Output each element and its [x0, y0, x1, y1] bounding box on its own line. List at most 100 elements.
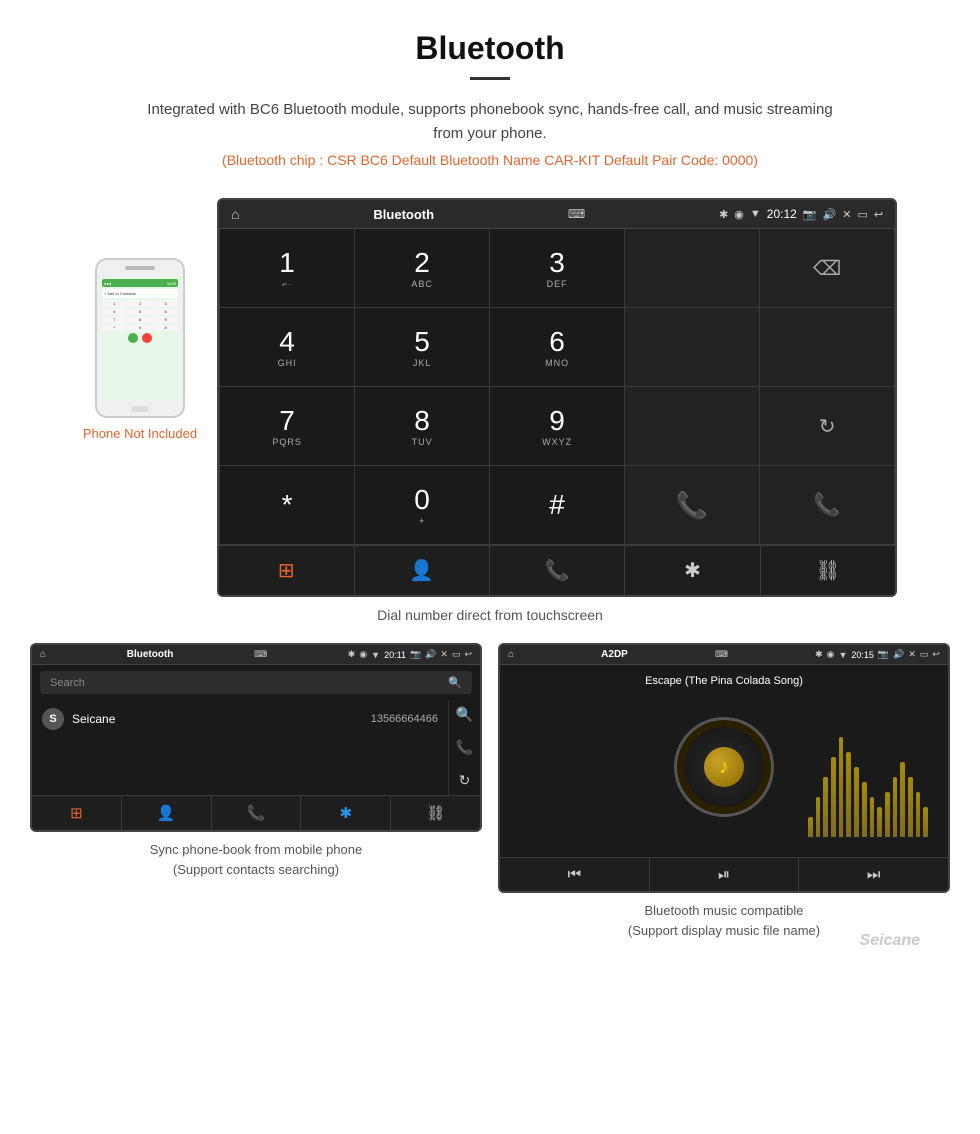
music-status-icons: ✱ ◉ ▼ 20:15 📷 🔊 ✕ ▭ ↩ [815, 649, 940, 660]
music-title: A2DP [601, 649, 628, 660]
sidebar-search-icon[interactable]: 🔍 [456, 706, 473, 723]
mus-bt-icon: ✱ [815, 649, 823, 660]
phonebook-caption: Sync phone-book from mobile phone (Suppo… [150, 840, 362, 879]
mus-cam-icon: 📷 [878, 649, 889, 660]
eq-bar [862, 782, 867, 837]
eq-bar [839, 737, 844, 837]
dial-key-5[interactable]: 5 JKL [355, 308, 490, 387]
pb-win-icon[interactable]: ▭ [452, 649, 461, 660]
page-title: Bluetooth [20, 30, 960, 67]
music-home-icon[interactable]: ⌂ [508, 649, 514, 660]
dial-key-3[interactable]: 3 DEF [490, 229, 625, 308]
dial-key-0[interactable]: 0 + [355, 466, 490, 545]
phonebook-contacts-list: S Seicane 13566664466 [32, 700, 448, 795]
music-header: ⌂ A2DP ⌨ ✱ ◉ ▼ 20:15 📷 🔊 ✕ ▭ ↩ [500, 645, 948, 665]
close-icon[interactable]: ✕ [842, 208, 851, 221]
dial-empty-1 [625, 308, 760, 387]
page-header: Bluetooth Integrated with BC6 Bluetooth … [0, 0, 980, 198]
sidebar-refresh-icon[interactable]: ↻ [459, 772, 471, 789]
pb-bt-icon: ✱ [348, 649, 356, 660]
car-clock: 20:12 [767, 207, 797, 221]
dial-key-4[interactable]: 4 GHI [220, 308, 355, 387]
phone-illustration: ●●● M:00 + Add to Contacts 123 456 789 *… [83, 258, 197, 441]
eq-bar [854, 767, 859, 837]
pb-phone-icon[interactable]: 📞 [212, 796, 302, 830]
dial-key-2[interactable]: 2 ABC [355, 229, 490, 308]
music-disc-inner: ♪ [704, 747, 744, 787]
window-icon[interactable]: ▭ [857, 208, 867, 221]
pb-user-icon[interactable]: 👤 [122, 796, 212, 830]
dial-key-6[interactable]: 6 MNO [490, 308, 625, 387]
next-track-button[interactable]: ⏭ [799, 858, 948, 891]
prev-track-button[interactable]: ⏮ [500, 858, 650, 891]
car-link-icon[interactable]: ⛓ [761, 546, 895, 595]
phonebook-content: S Seicane 13566664466 🔍 📞 ↻ [32, 700, 480, 795]
page-description: Integrated with BC6 Bluetooth module, su… [140, 98, 840, 146]
sidebar-call-icon[interactable]: 📞 [456, 739, 473, 756]
dial-key-1[interactable]: 1 ⌐∙ [220, 229, 355, 308]
eq-bar [831, 757, 836, 837]
pb-link-icon[interactable]: ⛓ [391, 796, 480, 830]
pb-back-icon[interactable]: ↩ [464, 649, 472, 660]
play-pause-button[interactable]: ⏯ [650, 858, 800, 891]
mus-back-icon[interactable]: ↩ [932, 649, 940, 660]
camera-icon: 📷 [803, 208, 817, 221]
car-grid-icon[interactable]: ⊞ [219, 546, 354, 595]
pb-bt-bottom-icon[interactable]: ✱ [301, 796, 391, 830]
volume-icon: 🔊 [823, 208, 837, 221]
bottom-panels: ⌂ Bluetooth ⌨ ✱ ◉ ▼ 20:11 📷 🔊 ✕ ▭ ↩ [0, 643, 980, 960]
pb-loc-icon: ◉ [359, 649, 367, 660]
phone-contact-bar: + Add to Contacts [102, 289, 178, 298]
pb-vol-icon: 🔊 [425, 649, 436, 660]
dial-key-star[interactable]: * [220, 466, 355, 545]
location-icon: ◉ [734, 208, 744, 221]
phone-dialpad: 123 456 789 *0# [102, 300, 178, 331]
dial-refresh[interactable]: ↻ [760, 387, 895, 466]
phonebook-panel: ⌂ Bluetooth ⌨ ✱ ◉ ▼ 20:11 📷 🔊 ✕ ▭ ↩ [30, 643, 482, 940]
phonebook-search-bar[interactable]: Search 🔍 [40, 671, 472, 694]
phone-speaker [125, 266, 155, 270]
dial-key-7[interactable]: 7 PQRS [220, 387, 355, 466]
pb-close-icon[interactable]: ✕ [440, 649, 448, 660]
music-screen: ⌂ A2DP ⌨ ✱ ◉ ▼ 20:15 📷 🔊 ✕ ▭ ↩ [498, 643, 950, 893]
music-song-title: Escape (The Pina Colada Song) [645, 675, 803, 687]
bluetooth-status-icon: ✱ [719, 208, 728, 221]
phonebook-header: ⌂ Bluetooth ⌨ ✱ ◉ ▼ 20:11 📷 🔊 ✕ ▭ ↩ [32, 645, 480, 665]
car-bluetooth-icon[interactable]: ✱ [625, 546, 760, 595]
pb-cam-icon: 📷 [410, 649, 421, 660]
wifi-icon: ▼ [750, 208, 761, 220]
phone-image: ●●● M:00 + Add to Contacts 123 456 789 *… [95, 258, 185, 418]
pb-clock: 20:11 [384, 650, 406, 660]
phone-screen-bar: ●●● M:00 [102, 279, 178, 287]
contact-avatar: S [42, 708, 64, 730]
car-usb-icon: ⌨ [568, 207, 585, 221]
car-bottom-bar: ⊞ 👤 📞 ✱ ⛓ [219, 545, 895, 595]
dial-end-button[interactable]: 📞 [760, 466, 895, 545]
car-phone-icon[interactable]: 📞 [490, 546, 625, 595]
dial-backspace[interactable]: ⌫ [760, 229, 895, 308]
eq-bar [808, 817, 813, 837]
mus-clock: 20:15 [851, 650, 874, 660]
music-equalizer [808, 737, 928, 837]
dial-call-button[interactable]: 📞 [625, 466, 760, 545]
mus-close-icon[interactable]: ✕ [908, 649, 916, 660]
eq-bar [916, 792, 921, 837]
car-contacts-icon[interactable]: 👤 [355, 546, 490, 595]
bottom-panels-wrapper: ⌂ Bluetooth ⌨ ✱ ◉ ▼ 20:11 📷 🔊 ✕ ▭ ↩ [0, 643, 980, 960]
mus-wifi-icon: ▼ [838, 650, 847, 660]
dial-display [625, 229, 760, 308]
dial-empty-2 [760, 308, 895, 387]
pb-wifi-icon: ▼ [371, 650, 380, 660]
phonebook-contact-row[interactable]: S Seicane 13566664466 [32, 700, 448, 738]
back-icon[interactable]: ↩ [874, 208, 883, 221]
dial-key-hash[interactable]: # [490, 466, 625, 545]
dial-key-8[interactable]: 8 TUV [355, 387, 490, 466]
mus-win-icon[interactable]: ▭ [920, 649, 929, 660]
dial-key-9[interactable]: 9 WXYZ [490, 387, 625, 466]
search-placeholder: Search [50, 677, 85, 689]
phonebook-home-icon[interactable]: ⌂ [40, 649, 46, 660]
eq-bar [923, 807, 928, 837]
pb-grid-icon[interactable]: ⊞ [32, 796, 122, 830]
contact-number: 13566664466 [371, 713, 438, 725]
car-home-icon[interactable]: ⌂ [231, 206, 239, 222]
